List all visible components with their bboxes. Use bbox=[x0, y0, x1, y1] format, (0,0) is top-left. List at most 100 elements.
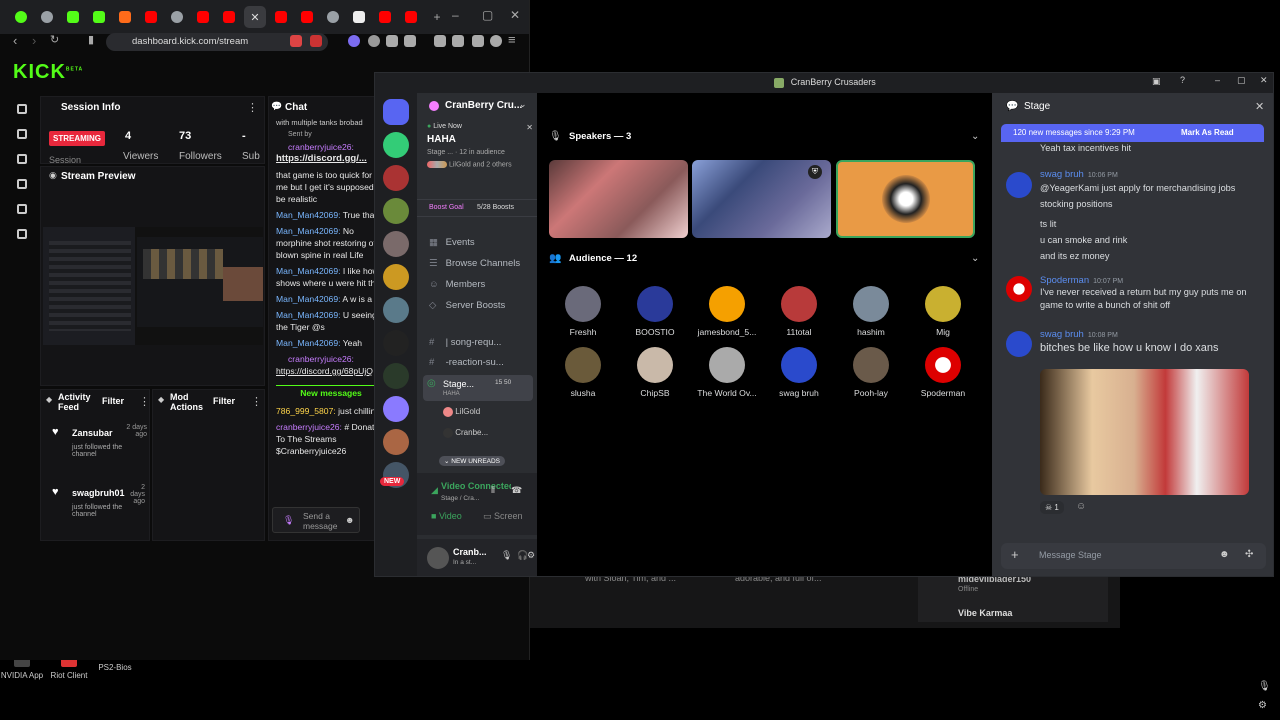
video-button[interactable]: ■ Video bbox=[431, 511, 462, 521]
tab[interactable] bbox=[348, 6, 370, 28]
chat-username[interactable]: Man_Man42069: bbox=[276, 210, 341, 220]
server-icon[interactable] bbox=[383, 429, 409, 455]
screen-button[interactable]: ▭ Screen bbox=[483, 511, 523, 522]
message-author[interactable]: swag bruh bbox=[1040, 169, 1084, 180]
more-options-icon[interactable]: ⋮ bbox=[247, 101, 258, 114]
forward-icon[interactable]: › bbox=[32, 33, 36, 48]
sidebar-icon[interactable] bbox=[434, 35, 446, 47]
chat-username[interactable]: Man_Man42069: bbox=[276, 310, 341, 320]
server-icon[interactable] bbox=[383, 363, 409, 389]
maximize-icon[interactable]: ▢ bbox=[1237, 75, 1246, 86]
tab[interactable] bbox=[400, 6, 422, 28]
chat-username[interactable]: Man_Man42069: bbox=[276, 338, 341, 348]
nav-icon-stream[interactable] bbox=[17, 129, 27, 139]
rewards-icon[interactable] bbox=[310, 35, 322, 47]
back-icon[interactable]: ‹ bbox=[13, 33, 17, 48]
gear-icon[interactable] bbox=[17, 229, 27, 239]
bookmark-icon[interactable]: ▮ bbox=[88, 33, 94, 46]
tab[interactable] bbox=[296, 6, 318, 28]
tab-active[interactable]: ✕ bbox=[244, 6, 266, 28]
chevron-down-icon[interactable]: ⌄ bbox=[971, 131, 979, 142]
live-now-card[interactable]: ● Live Now ✕ HAHA Stage ... · 12 in audie… bbox=[427, 123, 533, 168]
tab[interactable] bbox=[36, 6, 58, 28]
chat-username[interactable]: 786_999_5807: bbox=[276, 406, 336, 416]
audience-member[interactable]: Mig bbox=[910, 286, 976, 337]
noise-icon[interactable]: ⦀ bbox=[491, 485, 495, 496]
audience-member[interactable]: Spoderman bbox=[910, 347, 976, 398]
more-options-icon[interactable]: ⋮ bbox=[251, 395, 262, 408]
home-icon[interactable] bbox=[383, 99, 409, 125]
channel-members[interactable]: ☺ Members bbox=[429, 279, 485, 290]
brave-shield-icon[interactable] bbox=[290, 35, 302, 47]
speaker-video-1[interactable] bbox=[549, 160, 688, 238]
message-input[interactable]: + Message Stage ☻ ✣ bbox=[1001, 543, 1266, 569]
audience-member[interactable]: swag bruh bbox=[766, 347, 832, 398]
apps-icon[interactable]: ✣ bbox=[1245, 549, 1253, 560]
close-icon[interactable]: ✕ bbox=[1255, 100, 1264, 113]
chat-username[interactable]: Man_Man42069: bbox=[276, 226, 341, 236]
audience-member[interactable]: hashim bbox=[838, 286, 904, 337]
emoji-icon[interactable]: ☻ bbox=[345, 515, 354, 525]
more-options-icon[interactable]: ⋮ bbox=[139, 395, 150, 408]
settings-tray-icon[interactable]: ⚙ bbox=[1258, 700, 1267, 711]
tab[interactable] bbox=[140, 6, 162, 28]
channel-reaction[interactable]: # -reaction-su... bbox=[429, 357, 504, 368]
nav-icon-trophy[interactable] bbox=[17, 154, 27, 164]
server-icon[interactable] bbox=[383, 297, 409, 323]
channel-browse[interactable]: ☰ Browse Channels bbox=[429, 258, 520, 269]
new-tab-button[interactable]: + bbox=[426, 6, 448, 28]
extension-icon[interactable] bbox=[472, 35, 484, 47]
message-author[interactable]: swag bruh bbox=[1040, 329, 1084, 340]
wallet-icon[interactable] bbox=[452, 35, 464, 47]
puzzle-icon[interactable] bbox=[386, 35, 398, 47]
avatar[interactable] bbox=[1006, 331, 1032, 357]
tab[interactable] bbox=[322, 6, 344, 28]
tab[interactable] bbox=[10, 6, 32, 28]
tab[interactable] bbox=[88, 6, 110, 28]
plus-icon[interactable]: + bbox=[1011, 547, 1019, 562]
channel-song-requests[interactable]: # | song-requ... bbox=[429, 337, 501, 348]
help-icon[interactable]: ? bbox=[1180, 75, 1185, 85]
filter-button[interactable]: Filter bbox=[213, 396, 235, 406]
follower-name[interactable]: Zansubar bbox=[72, 428, 113, 438]
server-icon[interactable] bbox=[383, 198, 409, 224]
server-icon[interactable] bbox=[383, 330, 409, 356]
speaker-tile-3[interactable] bbox=[836, 160, 975, 238]
server-icon[interactable] bbox=[383, 231, 409, 257]
speaker-video-2[interactable]: ⛨ bbox=[692, 160, 831, 238]
stage-user[interactable]: Cranbe... bbox=[443, 428, 488, 438]
channel-events[interactable]: ▦ Events bbox=[429, 237, 475, 248]
chat-username[interactable]: cranberryjuice26: bbox=[276, 422, 342, 432]
tab[interactable] bbox=[270, 6, 292, 28]
server-icon[interactable] bbox=[383, 165, 409, 191]
extension-icon[interactable] bbox=[368, 35, 380, 47]
audience-member[interactable]: The World Ov... bbox=[694, 347, 760, 398]
tab[interactable] bbox=[192, 6, 214, 28]
tab[interactable] bbox=[218, 6, 240, 28]
kick-logo[interactable]: KICKBETA bbox=[13, 61, 83, 84]
close-window-icon[interactable]: ✕ bbox=[510, 8, 520, 22]
inbox-icon[interactable]: ▣ bbox=[1152, 76, 1161, 87]
chat-username[interactable]: Man_Man42069: bbox=[276, 294, 341, 304]
chat-username[interactable]: cranberryjuice26: bbox=[288, 354, 354, 364]
audience-member[interactable]: BOOSTIO bbox=[622, 286, 688, 337]
reaction-skull[interactable]: ☠ 1 bbox=[1040, 501, 1064, 514]
tab[interactable] bbox=[62, 6, 84, 28]
vpn-icon[interactable] bbox=[490, 35, 502, 47]
audience-member[interactable]: Freshh bbox=[550, 286, 616, 337]
message-gif[interactable] bbox=[1040, 369, 1249, 495]
audience-member[interactable]: jamesbond_5... bbox=[694, 286, 760, 337]
mark-read-button[interactable]: Mark As Read bbox=[1181, 128, 1234, 137]
maximize-icon[interactable]: ▢ bbox=[482, 8, 493, 22]
avatar[interactable] bbox=[427, 547, 449, 569]
minimize-icon[interactable]: – bbox=[1215, 75, 1220, 85]
add-reaction-icon[interactable]: ☺ bbox=[1076, 501, 1086, 512]
chat-input[interactable]: 🎙 Send a message ☻ bbox=[272, 507, 360, 533]
stage-channel[interactable]: ◎ Stage... HAHA 15 50 bbox=[423, 375, 533, 401]
audience-member[interactable]: slusha bbox=[550, 347, 616, 398]
chevron-down-icon[interactable]: ⌄ bbox=[519, 99, 527, 110]
menu-icon[interactable]: ≡ bbox=[508, 32, 516, 47]
close-window-icon[interactable]: ✕ bbox=[1260, 75, 1268, 86]
chat-link[interactable]: https://discord.gg/68pUjQ bbox=[276, 365, 386, 377]
avatar[interactable] bbox=[1006, 276, 1032, 302]
